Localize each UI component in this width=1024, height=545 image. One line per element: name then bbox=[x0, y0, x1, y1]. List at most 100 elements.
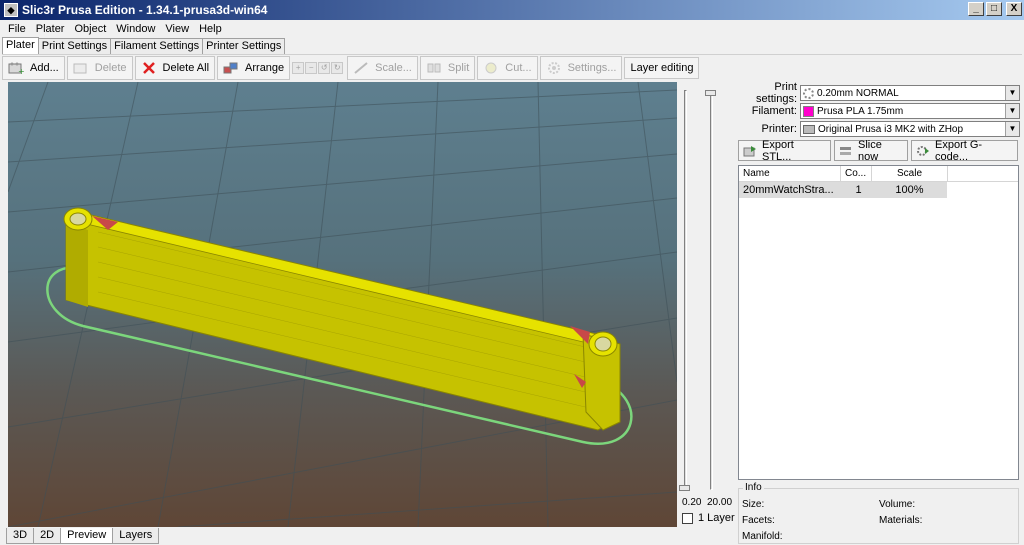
minimize-button[interactable]: _ bbox=[968, 2, 984, 16]
delete-all-label: Delete All bbox=[162, 61, 210, 74]
printer-value: Original Prusa i3 MK2 with ZHop bbox=[818, 123, 964, 135]
scale-button[interactable]: Scale... bbox=[347, 55, 418, 80]
split-button[interactable]: Split bbox=[419, 55, 476, 80]
cut-icon bbox=[483, 61, 499, 75]
table-row[interactable]: 20mmWatchStra... 1 100% bbox=[739, 182, 947, 198]
export-gcode-label: Export G-code... bbox=[935, 138, 983, 163]
print-settings-value: 0.20mm NORMAL bbox=[817, 87, 899, 99]
preview-scene bbox=[8, 82, 677, 527]
menu-bar: File Plater Object Window View Help bbox=[0, 20, 1024, 37]
slice-now-button[interactable]: Slice now bbox=[834, 138, 908, 163]
menu-help[interactable]: Help bbox=[194, 23, 227, 35]
export-gcode-button[interactable]: Export G-code... bbox=[911, 138, 1018, 163]
preview-canvas[interactable] bbox=[8, 82, 677, 527]
scale-icon bbox=[353, 61, 369, 75]
info-manifold-label: Manifold: bbox=[742, 531, 783, 542]
copies-rotate-group: + − ↺ ↻ bbox=[292, 61, 344, 74]
menu-window[interactable]: Window bbox=[111, 23, 160, 35]
watch-strap-model bbox=[63, 207, 621, 431]
split-label: Split bbox=[447, 61, 470, 74]
layer-slider-area: 0.20 20.00 1 Layer bbox=[677, 82, 737, 527]
view-tabs: 3D 2D Preview Layers bbox=[6, 528, 160, 544]
one-layer-label: 1 Layer bbox=[698, 512, 735, 524]
export-gcode-icon bbox=[916, 145, 930, 157]
action-buttons: Export STL... Slice now Export G-code... bbox=[738, 138, 1020, 163]
printer-icon bbox=[803, 124, 815, 134]
column-header-copies[interactable]: Co... bbox=[841, 166, 872, 181]
upper-layer-slider[interactable] bbox=[710, 90, 713, 490]
gear-icon bbox=[546, 61, 562, 75]
lower-layer-slider[interactable] bbox=[684, 90, 687, 490]
rotate-left-icon[interactable]: ↺ bbox=[318, 61, 331, 74]
slice-icon bbox=[839, 145, 853, 157]
view-tab-3d[interactable]: 3D bbox=[6, 528, 35, 544]
plater-toolbar: + Add... Delete Delete All Arrange + − ↺… bbox=[2, 54, 1022, 80]
upper-slider-thumb[interactable] bbox=[705, 90, 716, 96]
delete-brick-icon bbox=[73, 61, 89, 75]
info-box: Info Size: Volume: Facets: Materials: Ma… bbox=[738, 482, 1019, 544]
export-stl-icon bbox=[743, 145, 757, 157]
print-settings-row: Print settings: 0.20mm NORMAL ▼ bbox=[738, 81, 1020, 105]
menu-view[interactable]: View bbox=[160, 23, 194, 35]
tab-printer-settings[interactable]: Printer Settings bbox=[202, 38, 286, 54]
printer-select[interactable]: Original Prusa i3 MK2 with ZHop ▼ bbox=[800, 121, 1020, 137]
object-list[interactable]: Name Co... Scale 20mmWatchStra... 1 100% bbox=[738, 165, 1019, 480]
tab-plater[interactable]: Plater bbox=[2, 37, 39, 54]
filament-label: Filament: bbox=[751, 105, 797, 117]
view-tab-layers[interactable]: Layers bbox=[112, 528, 160, 544]
scale-label: Scale... bbox=[375, 61, 412, 74]
object-list-header: Name Co... Scale bbox=[739, 166, 1018, 182]
filament-row: Filament: Prusa PLA 1.75mm ▼ bbox=[738, 102, 1020, 120]
filament-color-swatch bbox=[803, 105, 814, 117]
object-settings-button[interactable]: Settings... bbox=[539, 55, 623, 80]
arrange-label: Arrange bbox=[245, 61, 285, 74]
arrange-button[interactable]: Arrange bbox=[217, 55, 291, 80]
one-layer-checkbox[interactable] bbox=[682, 512, 693, 524]
delete-label: Delete bbox=[94, 61, 127, 74]
decrease-copies-icon[interactable]: − bbox=[305, 61, 318, 74]
delete-all-icon bbox=[141, 61, 157, 75]
delete-all-button[interactable]: Delete All bbox=[134, 55, 216, 80]
export-stl-button[interactable]: Export STL... bbox=[738, 138, 831, 163]
view-tab-2d[interactable]: 2D bbox=[33, 528, 62, 544]
maximize-button[interactable]: □ bbox=[986, 2, 1002, 16]
layer-editing-button[interactable]: Layer editing bbox=[624, 56, 700, 79]
svg-text:+: + bbox=[18, 67, 24, 75]
view-tab-preview[interactable]: Preview bbox=[60, 528, 114, 544]
print-settings-select[interactable]: 0.20mm NORMAL ▼ bbox=[800, 85, 1020, 101]
increase-copies-icon[interactable]: + bbox=[292, 61, 305, 74]
object-scale-cell: 100% bbox=[895, 184, 924, 196]
cut-button[interactable]: Cut... bbox=[477, 55, 538, 80]
export-stl-label: Export STL... bbox=[762, 138, 794, 163]
add-brick-icon: + bbox=[8, 61, 25, 76]
chevron-down-icon[interactable]: ▼ bbox=[1005, 104, 1019, 118]
gear-icon bbox=[803, 87, 814, 99]
slice-now-label: Slice now bbox=[858, 138, 882, 163]
column-header-scale[interactable]: Scale bbox=[872, 166, 948, 181]
menu-file[interactable]: File bbox=[3, 23, 31, 35]
menu-plater[interactable]: Plater bbox=[31, 23, 70, 35]
one-layer-toggle[interactable]: 1 Layer bbox=[682, 512, 735, 524]
delete-button[interactable]: Delete bbox=[66, 55, 133, 80]
main-tabs: Plater Print Settings Filament Settings … bbox=[2, 37, 286, 54]
object-copies-cell: 1 bbox=[855, 184, 862, 196]
close-button[interactable]: X bbox=[1006, 2, 1022, 16]
menu-object[interactable]: Object bbox=[69, 23, 111, 35]
lower-slider-thumb[interactable] bbox=[679, 485, 690, 491]
layer-editing-label: Layer editing bbox=[630, 61, 694, 74]
info-materials-label: Materials: bbox=[879, 515, 923, 526]
chevron-down-icon[interactable]: ▼ bbox=[1005, 122, 1019, 136]
tab-filament-settings[interactable]: Filament Settings bbox=[110, 38, 204, 54]
right-panel: Print settings: 0.20mm NORMAL ▼ Filament… bbox=[738, 81, 1020, 163]
min-layer-value: 0.20 bbox=[682, 497, 702, 508]
column-header-name[interactable]: Name bbox=[739, 166, 841, 181]
chevron-down-icon[interactable]: ▼ bbox=[1005, 86, 1019, 100]
add-button[interactable]: + Add... bbox=[2, 55, 65, 80]
filament-select[interactable]: Prusa PLA 1.75mm ▼ bbox=[800, 103, 1020, 119]
object-name-cell: 20mmWatchStra... bbox=[743, 184, 834, 196]
rotate-right-icon[interactable]: ↻ bbox=[331, 61, 344, 74]
split-icon bbox=[426, 61, 442, 75]
printer-row: Printer: Original Prusa i3 MK2 with ZHop… bbox=[738, 120, 1020, 138]
tab-print-settings[interactable]: Print Settings bbox=[37, 38, 112, 54]
info-size-label: Size: bbox=[742, 499, 765, 510]
